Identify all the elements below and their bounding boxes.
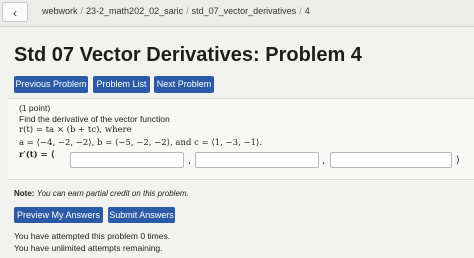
answer-separator: , [188,155,192,166]
next-problem-button[interactable]: Next Problem [154,76,214,93]
partial-credit-note: Note: You can earn partial credit on thi… [14,189,189,198]
problem-vectors: a = ⟨−4, −2, −2⟩, b = ⟨−5, −2, −2⟩, and … [19,138,263,148]
breadcrumb-separator: / [299,6,302,16]
breadcrumb-separator: / [186,6,189,16]
answer-input-x[interactable] [70,152,184,168]
problem-list-button[interactable]: Problem List [93,76,150,93]
problem-points: (1 point) [19,103,51,113]
note-text: You can earn partial credit on this prob… [36,189,189,198]
answer-separator: , [322,155,326,166]
top-bar: ‹ webwork/23-2_math202_02_saric / std_07_v… [0,0,474,27]
note-label: Note: [14,189,35,198]
submit-answers-button[interactable]: Submit Answers [108,207,175,223]
answer-input-y[interactable] [195,152,319,168]
page-title: Std 07 Vector Derivatives: Problem 4 [14,44,362,66]
breadcrumb-item-webwork[interactable]: webwork [42,6,78,16]
answer-close-bracket: ⟩ [456,155,460,166]
back-button[interactable]: ‹ [2,2,28,22]
breadcrumb-item-problem: 4 [304,6,310,16]
breadcrumb: webwork/23-2_math202_02_saric / std_07_vec… [42,6,310,16]
chevron-left-icon: ‹ [13,6,17,20]
breadcrumb-separator: / [80,6,84,16]
attempts-status: You have attempted this problem 0 times. [14,231,171,241]
answer-label: r′(t) = ⟨ [19,150,55,160]
previous-problem-button[interactable]: Previous Problem [14,76,88,93]
breadcrumb-item-set[interactable]: std_07_vector_derivatives [192,6,297,16]
problem-function: r(t) = ta × (b + tc), where [19,125,132,135]
breadcrumb-item-course[interactable]: 23-2_math202_02_saric [86,6,183,16]
preview-answers-button[interactable]: Preview My Answers [14,207,103,223]
problem-prompt: Find the derivative of the vector functi… [19,114,170,124]
attempts-remaining: You have unlimited attempts remaining. [14,243,163,253]
answer-input-z[interactable] [330,152,452,168]
